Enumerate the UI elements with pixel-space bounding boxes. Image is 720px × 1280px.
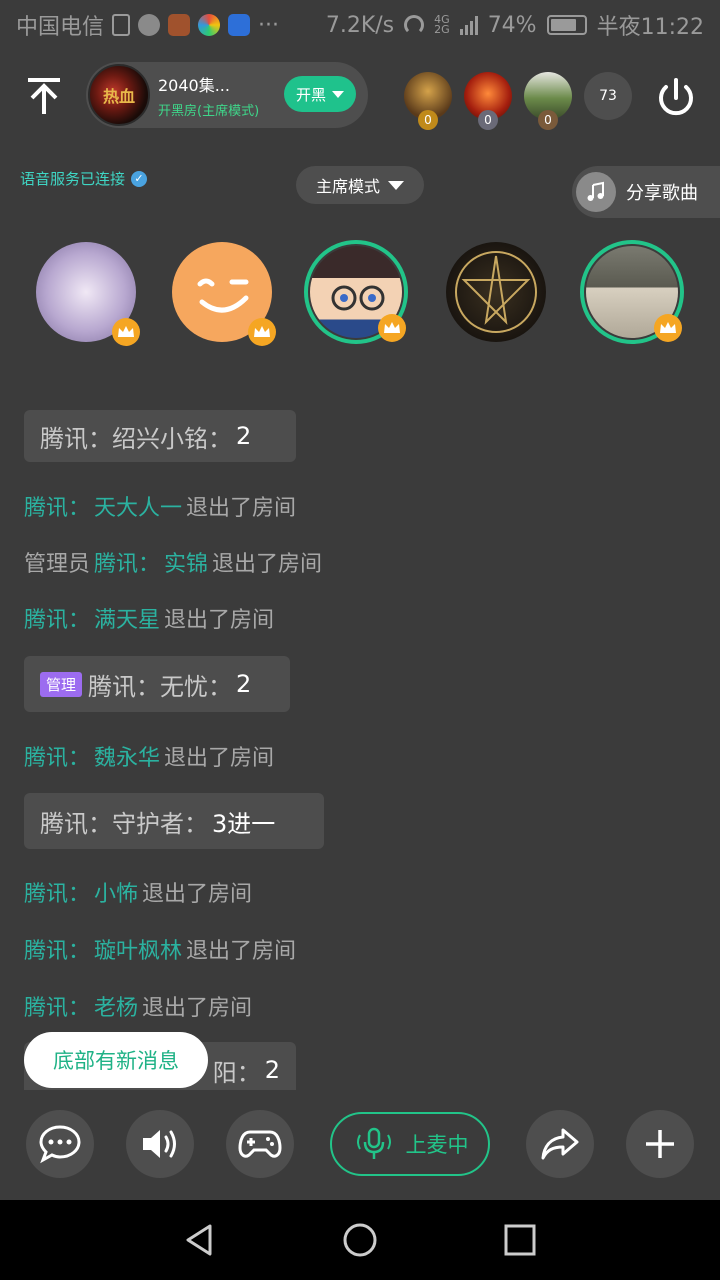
system-message: 腾讯： 天大人一 退出了房间 xyxy=(24,496,297,521)
audience-avatar[interactable]: 0 xyxy=(464,72,512,130)
room-mode-line: 开黑房(主席模式) xyxy=(158,103,260,119)
mic-seat-3[interactable] xyxy=(304,240,408,344)
seat-avatar xyxy=(446,242,546,342)
system-message: 腾讯： 璇叶枫林 退出了房间 xyxy=(24,939,297,964)
game-button[interactable] xyxy=(226,1110,294,1178)
wechat-icon xyxy=(138,14,161,36)
chevron-down-icon xyxy=(332,90,344,98)
power-icon[interactable] xyxy=(652,74,700,122)
clock: 半夜11:22 xyxy=(596,15,704,40)
room-thumbnail: 热血 xyxy=(88,64,150,126)
share-button[interactable] xyxy=(526,1110,594,1178)
chat-message-list[interactable]: 腾讯：绍兴小铭： 2 腾讯： 天大人一 退出了房间 管理员 腾讯： 实锦 退出了房间 腾讯：… xyxy=(0,410,720,1090)
audience-count[interactable]: 73 xyxy=(584,72,632,120)
audience-badge: 0 xyxy=(538,110,558,130)
mic-seat-5[interactable] xyxy=(580,240,684,344)
chat-message: 管理 腾讯：无忧： 2 xyxy=(24,656,290,712)
music-note-icon xyxy=(576,172,616,212)
crown-icon xyxy=(248,318,276,346)
carrier-label: 中国电信 xyxy=(16,15,105,40)
room-header: 热血 2040集... 开黑房(主席模式) 开黑 0 0 0 73 xyxy=(0,60,720,132)
chat-message: 腾讯：绍兴小铭： 2 xyxy=(24,410,296,462)
mic-seat-2[interactable] xyxy=(170,240,276,346)
game-app-icon xyxy=(168,14,191,36)
status-bar: 中国电信 ··· 7.2K/s 4G 2G 74% 半夜11:22 xyxy=(0,0,720,50)
verified-check-icon: ✓ xyxy=(131,170,148,187)
browser-app-icon xyxy=(198,14,221,36)
room-info-card[interactable]: 热血 2040集... 开黑房(主席模式) 开黑 xyxy=(86,62,368,128)
audience-avatar[interactable]: 0 xyxy=(524,72,572,130)
battery-icon xyxy=(546,15,587,35)
microphone-icon xyxy=(356,1127,391,1159)
more-button[interactable] xyxy=(626,1110,694,1178)
voice-service-status: 语音服务已连接 ✓ xyxy=(20,168,148,189)
mode-dropdown[interactable]: 主席模式 xyxy=(296,166,424,204)
more-notifications-icon: ··· xyxy=(258,12,279,38)
mic-seat-4[interactable] xyxy=(444,240,548,344)
system-message: 管理员 腾讯： 实锦 退出了房间 xyxy=(24,552,323,577)
share-arrow-icon xyxy=(541,1128,579,1160)
room-type-button[interactable]: 开黑 xyxy=(284,76,356,112)
net-speed: 7.2K/s xyxy=(325,12,395,38)
minimize-room-icon[interactable] xyxy=(22,74,66,118)
gamepad-icon xyxy=(238,1130,282,1158)
voice-room-screen: 中国电信 ··· 7.2K/s 4G 2G 74% 半夜11:22 热血 204… xyxy=(0,0,720,1280)
plus-icon xyxy=(646,1130,674,1158)
new-message-toast[interactable]: 底部有新消息 xyxy=(24,1032,208,1088)
audience-badge: 0 xyxy=(478,110,498,130)
upload-icon xyxy=(112,14,131,36)
system-message: 腾讯： 老杨 退出了房间 xyxy=(24,996,253,1021)
speaker-button[interactable] xyxy=(126,1110,194,1178)
audience-badge: 0 xyxy=(418,110,438,130)
bottom-toolbar: 上麦中 xyxy=(0,1100,720,1200)
system-message: 腾讯： 小怖 退出了房间 xyxy=(24,882,253,907)
on-mic-button[interactable]: 上麦中 xyxy=(330,1112,490,1176)
chat-button[interactable] xyxy=(26,1110,94,1178)
chat-message: 腾讯：守护者： 3进一 xyxy=(24,793,324,849)
admin-tag: 管理 xyxy=(40,671,83,697)
crown-icon xyxy=(654,314,682,342)
audience-avatar[interactable]: 0 xyxy=(404,72,452,130)
battery-percent: 74% xyxy=(487,12,537,38)
crown-icon xyxy=(378,314,406,342)
back-icon[interactable] xyxy=(180,1220,220,1260)
crown-icon xyxy=(112,318,140,346)
signal-icon xyxy=(459,15,478,35)
recents-icon[interactable] xyxy=(500,1220,540,1260)
chat-bubble-icon xyxy=(39,1125,81,1164)
network-type: 4G 2G xyxy=(434,13,450,36)
system-message: 腾讯： 满天星 退出了房间 xyxy=(24,608,275,633)
chevron-down-icon xyxy=(388,180,404,190)
system-message: 腾讯： 魏永华 退出了房间 xyxy=(24,746,275,771)
mic-seat-1[interactable] xyxy=(34,240,140,346)
share-song-button[interactable]: 分享歌曲 xyxy=(572,166,720,218)
room-name: 2040集... xyxy=(158,75,230,95)
system-nav-bar xyxy=(0,1200,720,1280)
home-icon[interactable] xyxy=(340,1220,380,1260)
hotspot-icon xyxy=(404,15,425,35)
baidu-app-icon xyxy=(228,14,251,36)
speaker-icon xyxy=(143,1130,176,1158)
